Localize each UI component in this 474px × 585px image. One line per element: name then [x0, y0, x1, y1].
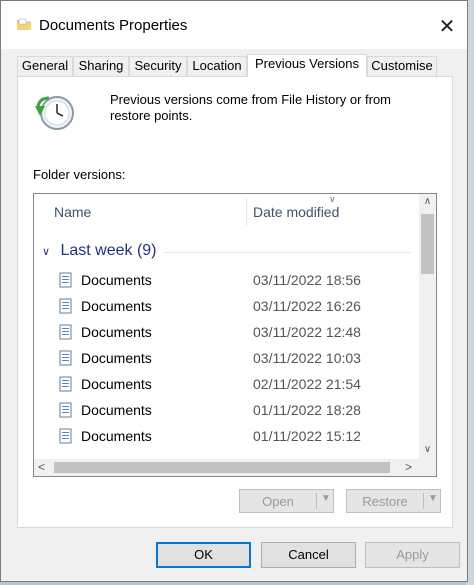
split-divider — [316, 493, 317, 509]
tab-previous-versions[interactable]: Previous Versions — [247, 54, 367, 77]
list-item[interactable]: Documents 03/11/2022 16:26 — [56, 294, 416, 320]
version-name: Documents — [81, 376, 152, 392]
version-name: Documents — [81, 298, 152, 314]
scroll-left-icon[interactable]: < — [38, 460, 45, 474]
close-icon: ✕ — [438, 15, 456, 38]
scroll-right-icon[interactable]: > — [405, 460, 412, 474]
vertical-scroll-thumb[interactable] — [421, 214, 434, 274]
tab-security[interactable]: Security — [129, 56, 187, 76]
folder-icon — [59, 298, 72, 314]
column-header-name[interactable]: Name — [54, 204, 91, 220]
folder-icon — [59, 428, 72, 444]
version-date: 01/11/2022 15:12 — [253, 428, 361, 444]
folder-icon — [59, 324, 72, 340]
version-date: 01/11/2022 18:28 — [253, 402, 361, 418]
folder-icon — [59, 272, 72, 288]
open-label: Open — [262, 494, 294, 509]
tab-general[interactable]: General — [17, 56, 73, 76]
scroll-down-icon[interactable]: ∨ — [419, 444, 436, 455]
tab-sharing[interactable]: Sharing — [73, 56, 129, 76]
horizontal-scroll-thumb[interactable] — [54, 462, 390, 473]
version-name: Documents — [81, 428, 152, 444]
folder-versions-label: Folder versions: — [33, 167, 126, 182]
column-header-date-modified[interactable]: Date modified — [253, 204, 339, 220]
version-date: 02/11/2022 21:54 — [253, 376, 361, 392]
list-item[interactable]: Documents 03/11/2022 18:56 — [56, 268, 416, 294]
description-text: Previous versions come from File History… — [110, 92, 392, 123]
dropdown-arrow-icon[interactable]: ▼ — [428, 493, 438, 504]
open-button[interactable]: Open ▼ — [239, 489, 334, 513]
version-name: Documents — [81, 350, 152, 366]
version-date: 03/11/2022 12:48 — [253, 324, 361, 340]
version-name: Documents — [81, 402, 152, 418]
folder-icon — [17, 18, 31, 30]
apply-button[interactable]: Apply — [365, 542, 460, 568]
list-item[interactable]: Documents 01/11/2022 18:28 — [56, 398, 416, 424]
horizontal-scrollbar[interactable]: < > — [34, 459, 436, 476]
split-divider — [423, 493, 424, 509]
scrollbar-corner — [419, 459, 436, 476]
restore-button[interactable]: Restore ▼ — [346, 489, 441, 513]
version-date: 03/11/2022 16:26 — [253, 298, 361, 314]
cancel-button[interactable]: Cancel — [261, 542, 356, 568]
column-divider[interactable] — [246, 198, 247, 226]
group-divider — [164, 252, 411, 253]
dropdown-arrow-icon[interactable]: ▼ — [321, 493, 331, 504]
tab-customise[interactable]: Customise — [367, 56, 437, 76]
folder-icon — [59, 376, 72, 392]
ok-button[interactable]: OK — [156, 542, 251, 568]
list-item[interactable]: Documents 01/11/2022 15:12 — [56, 424, 416, 450]
version-name: Documents — [81, 272, 152, 288]
scroll-up-icon[interactable]: ∧ — [419, 196, 436, 207]
folder-icon — [59, 402, 72, 418]
file-history-icon — [35, 96, 74, 130]
version-date: 03/11/2022 18:56 — [253, 272, 361, 288]
list-item[interactable]: Documents 03/11/2022 10:03 — [56, 346, 416, 372]
chevron-down-icon: ∨ — [42, 246, 51, 258]
window-title: Documents Properties — [39, 17, 188, 34]
versions-list[interactable]: ∨ Name Date modified ∨ Last week (9) Doc… — [33, 193, 437, 477]
version-name: Documents — [81, 324, 152, 340]
title-bar: Documents Properties ✕ — [1, 1, 467, 49]
folder-icon — [59, 350, 72, 366]
list-item[interactable]: Documents 02/11/2022 21:54 — [56, 372, 416, 398]
properties-dialog: Documents Properties ✕ General Sharing S… — [0, 0, 468, 582]
version-date: 03/11/2022 10:03 — [253, 350, 361, 366]
group-label: Last week (9) — [60, 242, 157, 259]
restore-label: Restore — [362, 494, 408, 509]
list-item[interactable]: Documents 03/11/2022 12:48 — [56, 320, 416, 346]
vertical-scrollbar[interactable]: ∧ ∨ — [419, 194, 436, 459]
previous-versions-panel: Previous versions come from File History… — [17, 76, 453, 528]
tab-location[interactable]: Location — [187, 56, 247, 76]
close-button[interactable]: ✕ — [427, 9, 467, 43]
group-header-last-week[interactable]: ∨ Last week (9) — [42, 242, 157, 260]
